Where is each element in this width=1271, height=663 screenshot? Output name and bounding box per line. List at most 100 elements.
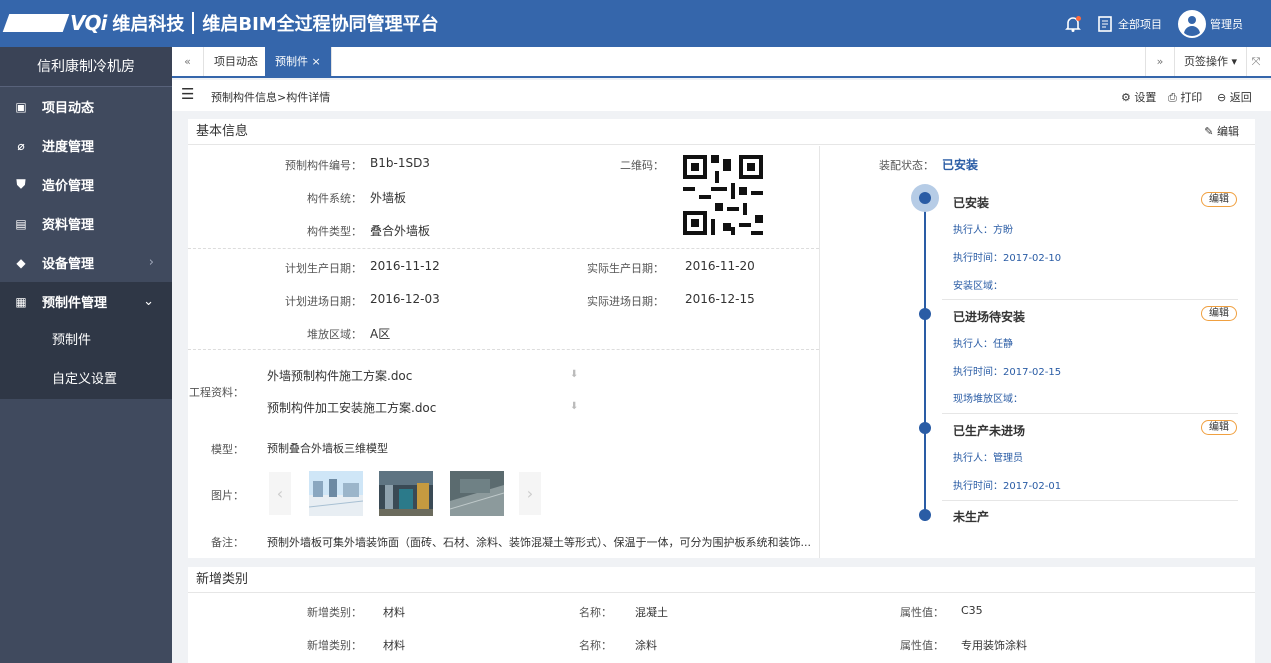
sidebar: 信利康制冷机房 ▣ 项目动态 ⌀ 进度管理 ⛊ 造价管理 ▤ 资料管理 ◆ 设备管理 › ▦… (0, 47, 172, 663)
remark-label: 备注： (211, 536, 244, 549)
gallery-image[interactable] (309, 471, 363, 516)
tab-project-news[interactable]: 项目动态 (204, 47, 269, 76)
attr-label: 属性值： (900, 606, 944, 619)
sidebar-item-label: 资料管理 (42, 218, 95, 233)
bell-icon (1065, 15, 1081, 32)
tab-scroll-left-button[interactable]: « (172, 47, 204, 76)
step-executor: 执行人：管理员 (953, 453, 1023, 464)
gallery-prev-button[interactable]: ‹ (269, 472, 291, 515)
pictures-label: 图片： (211, 489, 244, 502)
platform-name: 维启BIM全过程协同管理平台 (202, 14, 439, 35)
step-edit-button[interactable]: 编辑 (1201, 420, 1237, 435)
area-label: 堆放区域： (307, 328, 362, 341)
docs-label: 工程资料： (189, 386, 244, 399)
back-arrow-icon: ⊖ (1217, 91, 1227, 104)
gallery-image[interactable] (379, 471, 433, 516)
edit-label: 编辑 (1217, 125, 1239, 138)
tab-scroll-right-button[interactable]: » (1145, 47, 1175, 76)
expand-icon: ⤧ (1251, 55, 1261, 68)
timeline-dot (919, 308, 931, 320)
column-divider (819, 146, 820, 558)
step-divider (942, 500, 1238, 501)
back-button[interactable]: ⊖ 返回 (1217, 89, 1252, 105)
attr-label: 属性值： (900, 639, 944, 652)
categories-header: 新增类别 (188, 567, 1255, 593)
attr-value: C35 (961, 604, 983, 617)
step-edit-button[interactable]: 编辑 (1201, 192, 1237, 207)
edit-basic-button[interactable]: ✎ 编辑 (1204, 119, 1239, 145)
sidebar-item-label: 设备管理 (42, 257, 95, 272)
doc-link[interactable]: 预制构件加工安装施工方案.doc (267, 399, 436, 416)
sidebar-item-documents[interactable]: ▤ 资料管理 (0, 204, 172, 243)
system-label: 构件系统： (307, 192, 362, 205)
step-title: 已生产未进场 (953, 424, 1026, 438)
sidebar-item-label: 进度管理 (42, 140, 95, 155)
step-time: 执行时间：2017-02-15 (953, 367, 1062, 378)
paperclip-icon: ⌀ (17, 138, 25, 153)
page-ops-dropdown[interactable]: 页签操作 ▾ (1175, 47, 1248, 76)
tab-bar: « 项目动态 预制件 × » 页签操作 ▾ ⤧ (172, 47, 1271, 78)
step-executor: 执行人：方盼 (953, 225, 1013, 236)
monitor-icon: ▣ (15, 99, 27, 114)
basic-info-header: 基本信息 ✎ 编辑 (188, 119, 1255, 145)
qr-label: 二维码： (620, 159, 664, 172)
download-icon[interactable]: ⬇ (570, 369, 578, 380)
plan-prod-value: 2016-11-12 (370, 259, 440, 273)
sidebar-item-cost[interactable]: ⛊ 造价管理 (0, 165, 172, 204)
step-executor: 执行人：任静 (953, 339, 1013, 350)
step-title: 未生产 (953, 510, 990, 524)
notification-button[interactable] (1064, 0, 1086, 47)
tag-icon: ◆ (16, 255, 26, 270)
download-icon[interactable]: ⬇ (570, 401, 578, 412)
basic-info-title: 基本信息 (196, 124, 249, 139)
step-edit-button[interactable]: 编辑 (1201, 306, 1237, 321)
name-value: 涂料 (635, 639, 657, 652)
category-value: 材料 (383, 606, 405, 619)
gear-icon: ⚙ (1121, 91, 1131, 104)
sidebar-item-progress[interactable]: ⌀ 进度管理 (0, 126, 172, 165)
breadcrumb: 预制构件信息>构件详情 (211, 91, 331, 104)
qr-code (683, 155, 763, 235)
name-label: 名称： (579, 639, 612, 652)
sidebar-subitem-custom-settings[interactable]: 自定义设置 (0, 360, 172, 399)
avatar (1178, 9, 1206, 38)
double-left-arrow-icon: « (184, 55, 191, 68)
category-value: 材料 (383, 639, 405, 652)
step-divider (942, 299, 1238, 300)
sidebar-item-prefab[interactable]: ▦ 预制件管理 ⌄ (0, 282, 172, 321)
gallery-next-button[interactable]: › (519, 472, 541, 515)
timeline-dot (919, 422, 931, 434)
chevron-right-icon: › (526, 484, 534, 503)
all-projects-button[interactable]: 全部项目 (1098, 0, 1162, 47)
logo-divider (192, 12, 195, 34)
doc-link[interactable]: 外墙预制构件施工方案.doc (267, 367, 412, 384)
remark-value: 预制外墙板可集外墙装饰面（面砖、石材、涂料、装饰混凝土等形式）、保温于一体，可分… (267, 536, 811, 549)
sidebar-subitem-prefab[interactable]: 预制件 (0, 321, 172, 360)
gallery-image[interactable] (450, 471, 504, 516)
type-value: 叠合外墙板 (370, 224, 431, 238)
section-divider (188, 349, 819, 350)
logo-mark (2, 14, 70, 32)
printer-icon: ⎙ (1168, 91, 1177, 104)
fullscreen-button[interactable]: ⤧ (1241, 47, 1271, 76)
pencil-icon: ✎ (1204, 125, 1214, 138)
step-area: 安装区域： (953, 281, 1003, 292)
user-menu[interactable]: 管理员 (1178, 0, 1243, 47)
all-projects-label: 全部项目 (1118, 17, 1162, 31)
step-time: 执行时间：2017-02-10 (953, 253, 1062, 264)
category-label: 新增类别： (307, 639, 362, 652)
sidebar-item-label: 预制件管理 (42, 296, 108, 311)
print-button[interactable]: ⎙ 打印 (1168, 89, 1202, 105)
user-name: 管理员 (1210, 17, 1243, 31)
area-value: A区 (370, 327, 391, 341)
sidebar-item-project-news[interactable]: ▣ 项目动态 (0, 87, 172, 126)
sidebar-item-label: 项目动态 (42, 101, 95, 116)
sidebar-item-equipment[interactable]: ◆ 设备管理 › (0, 243, 172, 282)
plan-in-value: 2016-12-03 (370, 292, 440, 306)
settings-button[interactable]: ⚙ 设置 (1121, 89, 1156, 105)
double-right-arrow-icon: » (1156, 55, 1164, 68)
tab-prefab[interactable]: 预制件 × (265, 47, 332, 76)
menu-toggle-icon[interactable]: ☰ (181, 85, 194, 103)
model-link[interactable]: 预制叠合外墙板三维模型 (267, 440, 388, 456)
logo-text: VQi (70, 11, 107, 35)
